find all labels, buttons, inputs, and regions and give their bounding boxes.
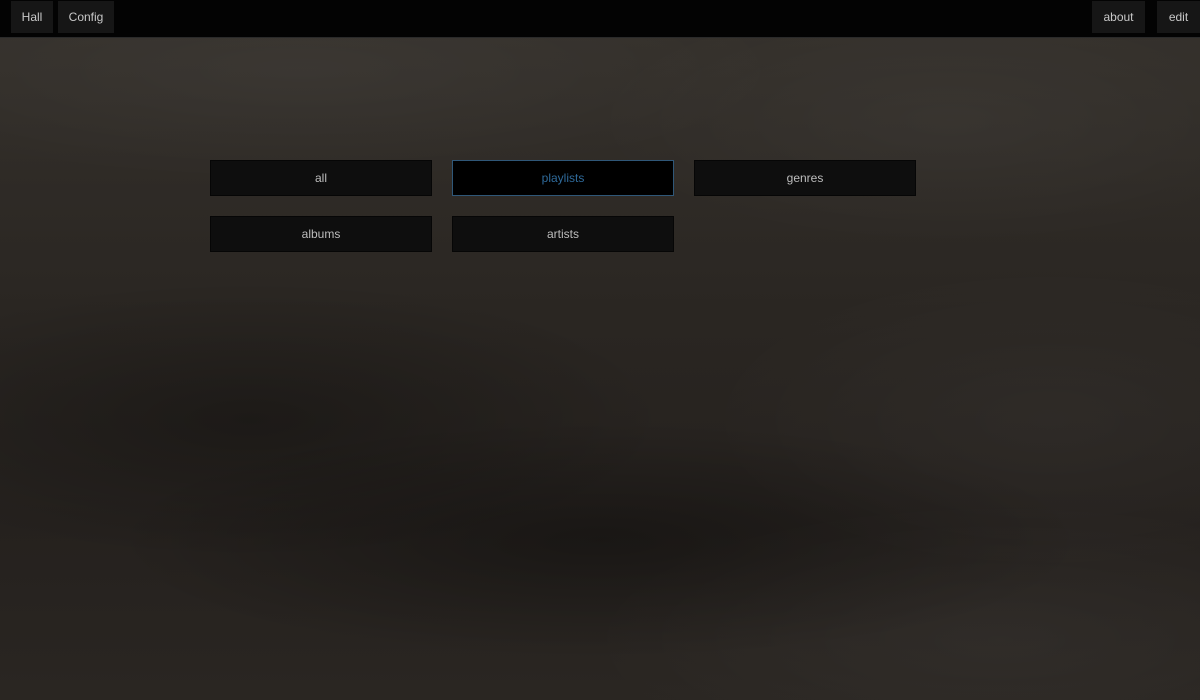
about-button[interactable]: about (1092, 1, 1145, 33)
category-artists-button[interactable]: artists (452, 216, 674, 252)
category-genres-button[interactable]: genres (694, 160, 916, 196)
category-all-button[interactable]: all (210, 160, 432, 196)
edit-button[interactable]: edit (1157, 1, 1200, 33)
category-playlists-button[interactable]: playlists (452, 160, 674, 196)
top-navigation-bar: Hall Config about edit (0, 0, 1200, 38)
hall-button[interactable]: Hall (11, 1, 53, 33)
config-button[interactable]: Config (58, 1, 114, 33)
category-albums-button[interactable]: albums (210, 216, 432, 252)
